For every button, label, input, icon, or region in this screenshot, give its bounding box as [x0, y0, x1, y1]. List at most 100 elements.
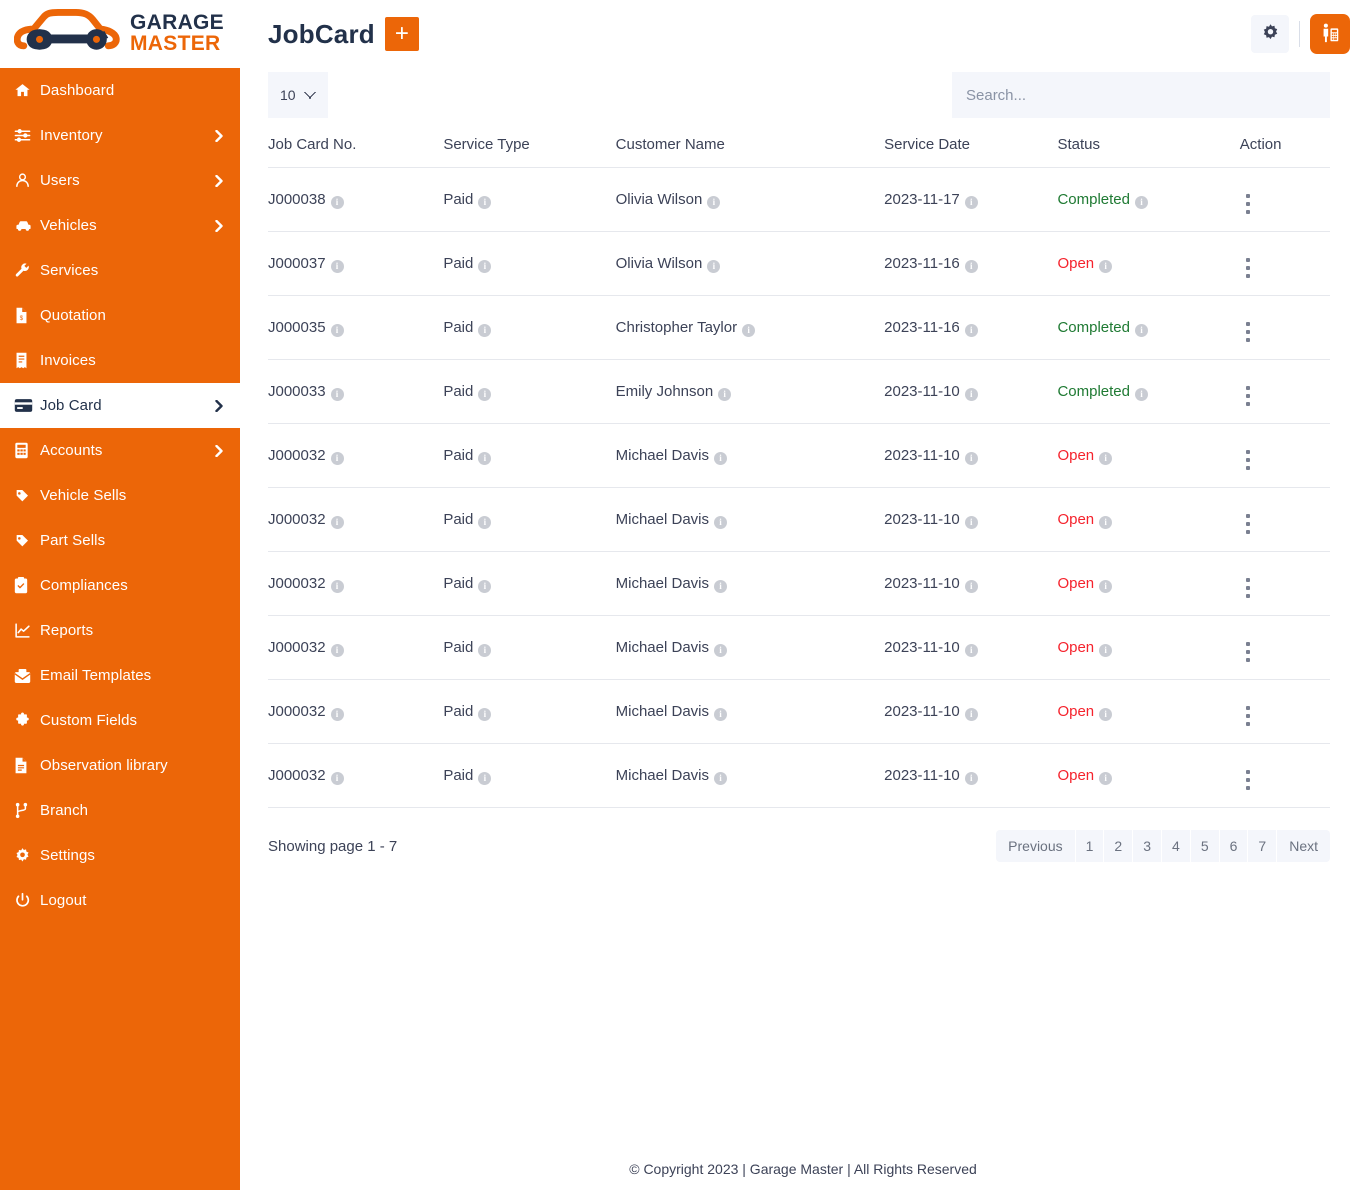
cell-customer-name: Michael Davis i	[615, 679, 885, 744]
sidebar-item-users[interactable]: Users	[0, 158, 240, 203]
pagination-next[interactable]: Next	[1277, 830, 1330, 862]
info-icon[interactable]: i	[964, 260, 978, 273]
info-icon[interactable]: i	[330, 580, 344, 593]
sidebar-item-job-card[interactable]: Job Card	[0, 383, 240, 428]
info-icon[interactable]: i	[330, 388, 344, 401]
sidebar-item-invoices[interactable]: Invoices	[0, 338, 240, 383]
row-action-menu-icon[interactable]	[1245, 770, 1250, 790]
pagination-page-7[interactable]: 7	[1248, 830, 1278, 862]
sidebar-item-dashboard[interactable]: Dashboard	[0, 68, 240, 113]
info-icon[interactable]: i	[964, 708, 978, 721]
info-icon[interactable]: i	[714, 452, 728, 465]
info-icon[interactable]: i	[964, 516, 978, 529]
pagination-previous[interactable]: Previous	[996, 830, 1076, 862]
page-length-select[interactable]: 10 25 50 100	[268, 72, 328, 118]
info-icon[interactable]: i	[964, 580, 978, 593]
info-icon[interactable]: i	[330, 324, 344, 337]
search-input[interactable]	[952, 72, 1330, 118]
sidebar-item-inventory[interactable]: Inventory	[0, 113, 240, 158]
brand-logo[interactable]: GARAGE MASTER	[0, 0, 240, 68]
sidebar-item-vehicles[interactable]: Vehicles	[0, 203, 240, 248]
info-icon[interactable]: i	[330, 196, 344, 209]
info-icon[interactable]: i	[964, 452, 978, 465]
info-icon[interactable]: i	[1135, 324, 1148, 337]
info-icon[interactable]: i	[478, 708, 492, 721]
info-icon[interactable]: i	[964, 196, 978, 209]
info-icon[interactable]: i	[964, 388, 978, 401]
sidebar-item-quotation[interactable]: $ Quotation	[0, 293, 240, 338]
profile-button[interactable]	[1310, 14, 1350, 54]
row-action-menu-icon[interactable]	[1245, 322, 1250, 342]
sidebar-item-custom-fields[interactable]: Custom Fields	[0, 698, 240, 743]
sidebar-item-settings[interactable]: Settings	[0, 833, 240, 878]
info-icon[interactable]: i	[478, 196, 492, 209]
pagination-page-6[interactable]: 6	[1219, 830, 1249, 862]
pagination-page-1[interactable]: 1	[1075, 830, 1105, 862]
info-icon[interactable]: i	[1099, 516, 1113, 529]
sidebar-item-accounts[interactable]: Accounts	[0, 428, 240, 473]
info-icon[interactable]: i	[330, 772, 344, 785]
info-icon[interactable]: i	[478, 452, 492, 465]
info-icon[interactable]: i	[478, 580, 492, 593]
info-icon[interactable]: i	[1135, 388, 1148, 401]
info-icon[interactable]: i	[1099, 260, 1113, 273]
row-action-menu-icon[interactable]	[1245, 258, 1250, 278]
row-action-menu-icon[interactable]	[1245, 194, 1250, 214]
sidebar-item-compliances[interactable]: Compliances	[0, 563, 240, 608]
info-icon[interactable]: i	[714, 644, 728, 657]
info-icon[interactable]: i	[1099, 644, 1113, 657]
pagination-page-2[interactable]: 2	[1104, 830, 1134, 862]
sidebar-item-reports[interactable]: Reports	[0, 608, 240, 653]
row-action-menu-icon[interactable]	[1245, 706, 1250, 726]
column-header-service-date[interactable]: Service Date	[884, 136, 1058, 168]
info-icon[interactable]: i	[478, 324, 492, 337]
info-icon[interactable]: i	[330, 260, 344, 273]
settings-button[interactable]	[1251, 15, 1289, 53]
info-icon[interactable]: i	[330, 708, 344, 721]
info-icon[interactable]: i	[330, 452, 344, 465]
sidebar-item-vehicle-sells[interactable]: Vehicle Sells	[0, 473, 240, 518]
info-icon[interactable]: i	[714, 580, 728, 593]
sidebar-item-part-sells[interactable]: Part Sells	[0, 518, 240, 563]
info-icon[interactable]: i	[964, 644, 978, 657]
row-action-menu-icon[interactable]	[1245, 642, 1250, 662]
sidebar-item-services[interactable]: Services	[0, 248, 240, 293]
info-icon[interactable]: i	[330, 644, 344, 657]
info-icon[interactable]: i	[714, 516, 728, 529]
info-icon[interactable]: i	[478, 644, 492, 657]
info-icon[interactable]: i	[1099, 580, 1113, 593]
column-header-status[interactable]: Status	[1057, 136, 1240, 168]
sidebar-item-branch[interactable]: Branch	[0, 788, 240, 833]
info-icon[interactable]: i	[964, 324, 978, 337]
info-icon[interactable]: i	[478, 260, 492, 273]
info-icon[interactable]: i	[714, 708, 728, 721]
column-header-job-card-no[interactable]: Job Card No.	[268, 136, 444, 168]
info-icon[interactable]: i	[1099, 772, 1113, 785]
column-header-customer-name[interactable]: Customer Name	[615, 136, 885, 168]
pagination-page-4[interactable]: 4	[1162, 830, 1191, 862]
info-icon[interactable]: i	[330, 516, 344, 529]
pagination-page-5[interactable]: 5	[1190, 830, 1220, 862]
column-header-service-type[interactable]: Service Type	[443, 136, 616, 168]
info-icon[interactable]: i	[478, 516, 492, 529]
info-icon[interactable]: i	[478, 388, 492, 401]
info-icon[interactable]: i	[964, 772, 978, 785]
row-action-menu-icon[interactable]	[1245, 578, 1250, 598]
sidebar-item-email-templates[interactable]: Email Templates	[0, 653, 240, 698]
add-jobcard-button[interactable]: +	[384, 17, 419, 51]
info-icon[interactable]: i	[707, 196, 721, 209]
row-action-menu-icon[interactable]	[1245, 386, 1250, 406]
pagination-page-3[interactable]: 3	[1133, 830, 1163, 862]
info-icon[interactable]: i	[742, 324, 756, 337]
sidebar-item-logout[interactable]: Logout	[0, 878, 240, 923]
info-icon[interactable]: i	[1099, 452, 1113, 465]
info-icon[interactable]: i	[707, 260, 721, 273]
row-action-menu-icon[interactable]	[1245, 450, 1250, 470]
info-icon[interactable]: i	[1099, 708, 1113, 721]
info-icon[interactable]: i	[1135, 196, 1148, 209]
info-icon[interactable]: i	[718, 388, 732, 401]
info-icon[interactable]: i	[714, 772, 728, 785]
row-action-menu-icon[interactable]	[1245, 514, 1250, 534]
info-icon[interactable]: i	[478, 772, 492, 785]
sidebar-item-observation-library[interactable]: Observation library	[0, 743, 240, 788]
